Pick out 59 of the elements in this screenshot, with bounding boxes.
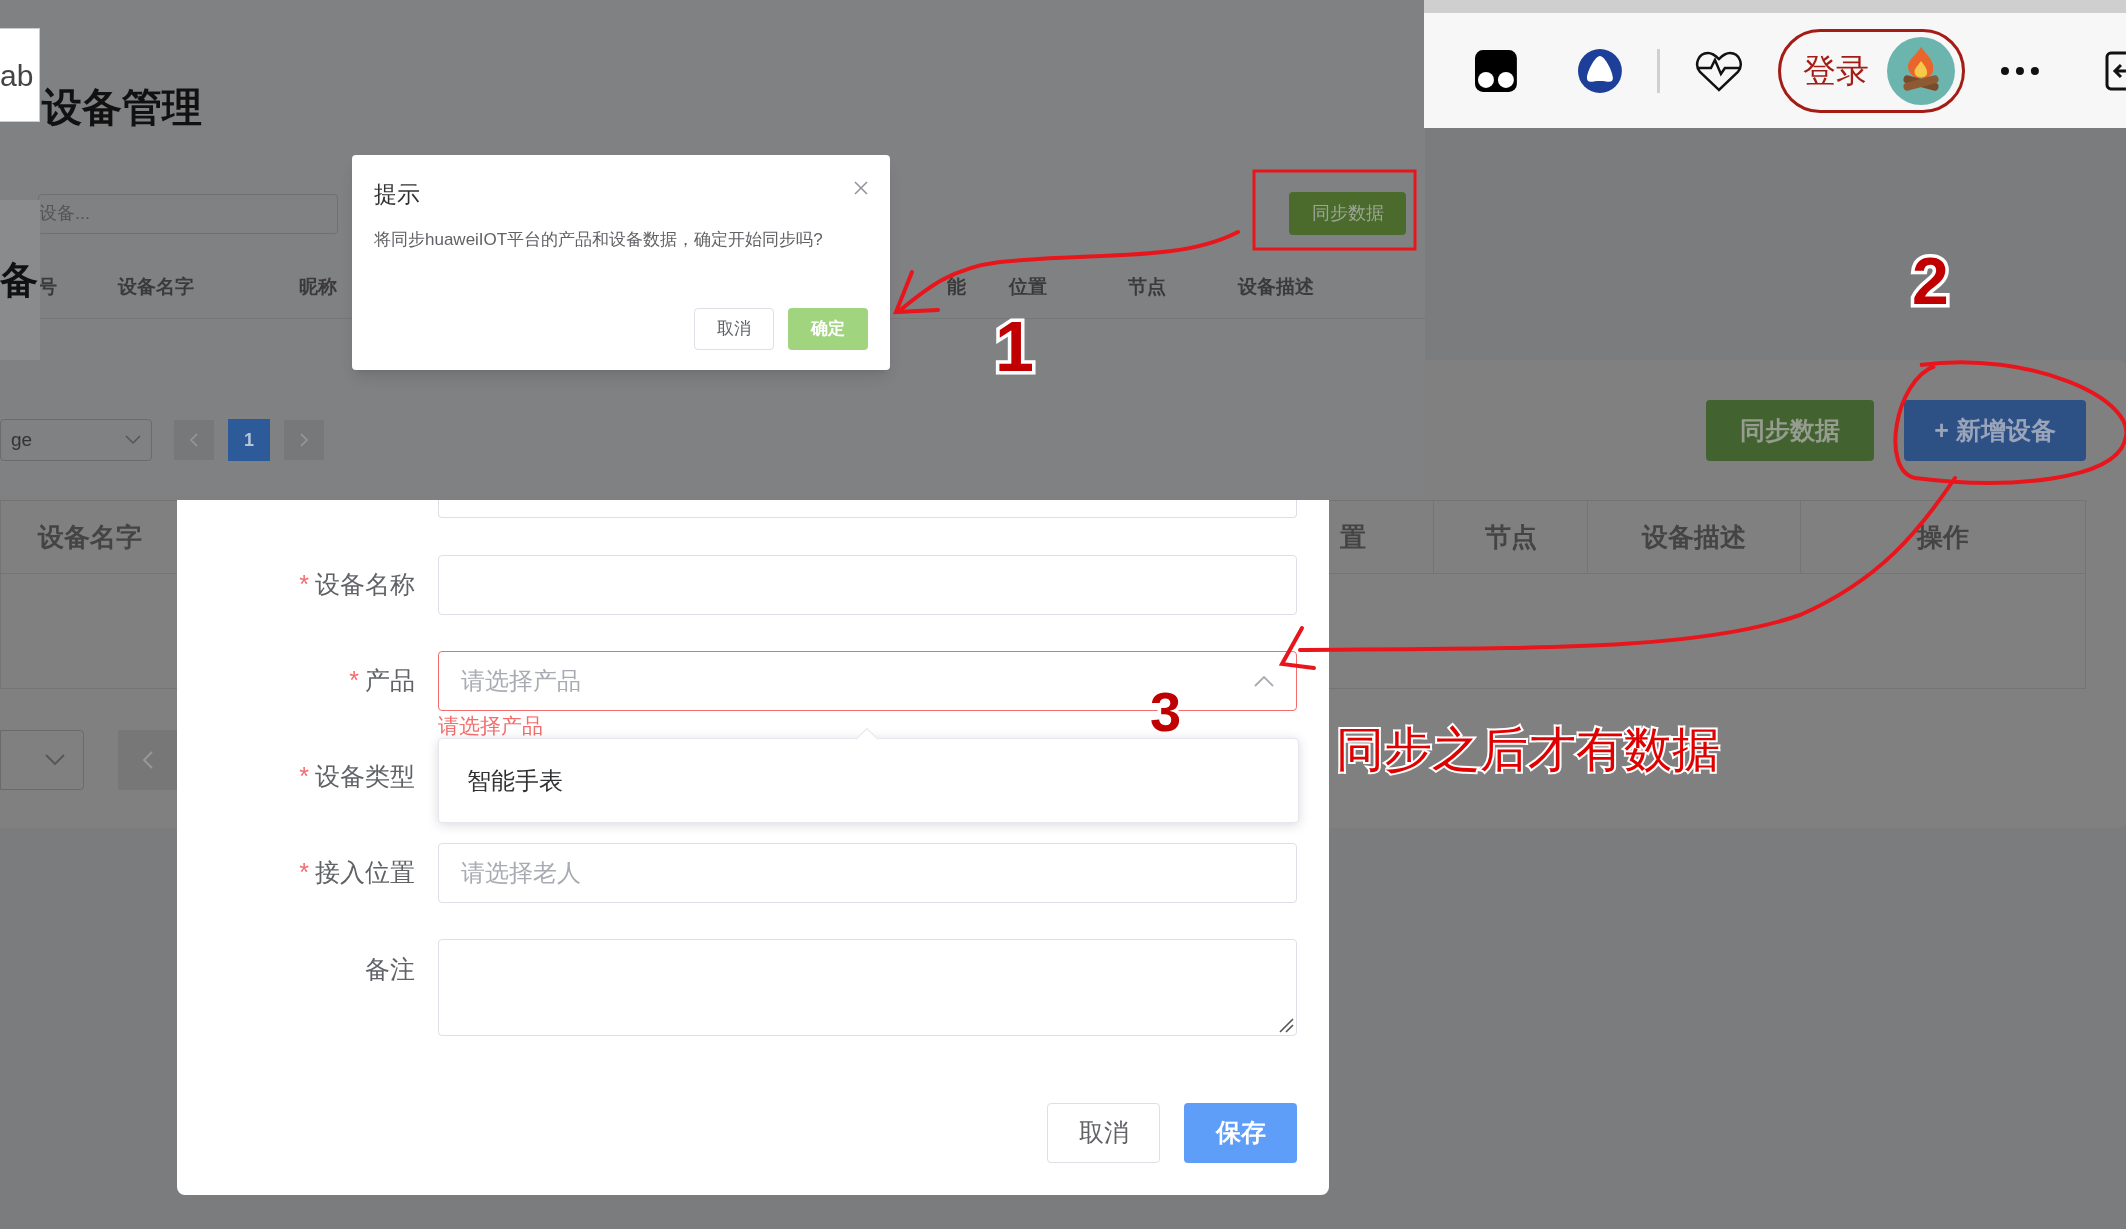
cancel-button[interactable]: 取消 bbox=[694, 308, 774, 350]
login-button[interactable]: 登录 bbox=[1777, 28, 1966, 113]
more-icon[interactable] bbox=[2000, 65, 2041, 76]
chevron-left-icon bbox=[142, 751, 153, 769]
add-device-button[interactable]: + 新增设备 bbox=[1904, 400, 2086, 461]
column-header: 设备描述 bbox=[1587, 501, 1800, 573]
chevron-down-icon bbox=[45, 754, 65, 766]
column-header: 设备描述 bbox=[1236, 275, 1315, 300]
dialog-title: 提示 bbox=[374, 180, 420, 209]
login-label: 登录 bbox=[1802, 50, 1869, 91]
annotation-note: 同步之后才有数据 bbox=[1336, 722, 1720, 778]
page-button[interactable]: 1 bbox=[228, 419, 270, 461]
error-message: 请选择产品 bbox=[438, 714, 543, 738]
column-header: 位置 bbox=[1007, 275, 1048, 300]
input-field[interactable] bbox=[438, 500, 1297, 518]
extension-icon[interactable] bbox=[1474, 48, 1518, 93]
dialog-message: 将同步huaweiIOT平台的产品和设备数据，确定开始同步吗? bbox=[374, 228, 824, 251]
tab-text: ab bbox=[0, 57, 34, 94]
field-label: 产品 bbox=[365, 665, 415, 697]
chevron-left-icon bbox=[190, 433, 198, 447]
exit-icon[interactable] bbox=[2105, 50, 2126, 91]
field-label: 备注 bbox=[365, 954, 415, 985]
required-mark: * bbox=[299, 569, 309, 601]
cancel-button[interactable]: 取消 bbox=[1047, 1103, 1160, 1163]
confirm-button[interactable]: 确定 bbox=[788, 308, 868, 350]
heart-pulse-icon[interactable] bbox=[1694, 49, 1743, 92]
chevron-right-icon bbox=[300, 433, 308, 447]
field-label: 接入位置 bbox=[315, 857, 415, 889]
resize-handle-icon[interactable] bbox=[1278, 1017, 1294, 1033]
column-header: 节点 bbox=[1126, 275, 1167, 300]
extension-icon[interactable] bbox=[1576, 47, 1623, 94]
input-field[interactable] bbox=[438, 555, 1297, 615]
input-field[interactable]: 请选择老人 bbox=[438, 843, 1297, 903]
chevron-down-icon bbox=[125, 435, 141, 445]
textarea-field[interactable] bbox=[438, 939, 1297, 1036]
required-mark: * bbox=[349, 665, 359, 697]
sync-button[interactable]: 同步数据 bbox=[1289, 192, 1406, 235]
page-size-select[interactable]: ge bbox=[0, 419, 152, 461]
close-icon[interactable] bbox=[854, 181, 868, 195]
field-label: 设备名称 bbox=[315, 569, 415, 601]
save-button[interactable]: 保存 bbox=[1184, 1103, 1297, 1163]
field-label: 设备类型 bbox=[315, 761, 415, 793]
required-mark: * bbox=[299, 761, 309, 793]
handwritten-digit: 2 bbox=[1912, 248, 1949, 314]
column-header: 节点 bbox=[1433, 501, 1587, 573]
sync-button[interactable]: 同步数据 bbox=[1706, 400, 1874, 461]
avatar-icon bbox=[1887, 36, 1956, 105]
column-header: 昵称 bbox=[297, 275, 338, 300]
page-title: 设备管理 bbox=[42, 84, 203, 131]
required-mark: * bbox=[299, 857, 309, 889]
column-header: 设备名字 bbox=[36, 520, 143, 554]
column-header: 置 bbox=[1339, 520, 1367, 554]
column-header: 设备名字 bbox=[116, 275, 195, 300]
column-header: 能 bbox=[946, 275, 966, 300]
column-header: 号 bbox=[38, 275, 58, 300]
handwritten-digit: 1 bbox=[995, 312, 1034, 382]
dropdown-option[interactable]: 智能手表 bbox=[439, 762, 1298, 799]
heading-fragment: 备 bbox=[0, 257, 38, 303]
column-header: 操作 bbox=[1800, 501, 2085, 573]
